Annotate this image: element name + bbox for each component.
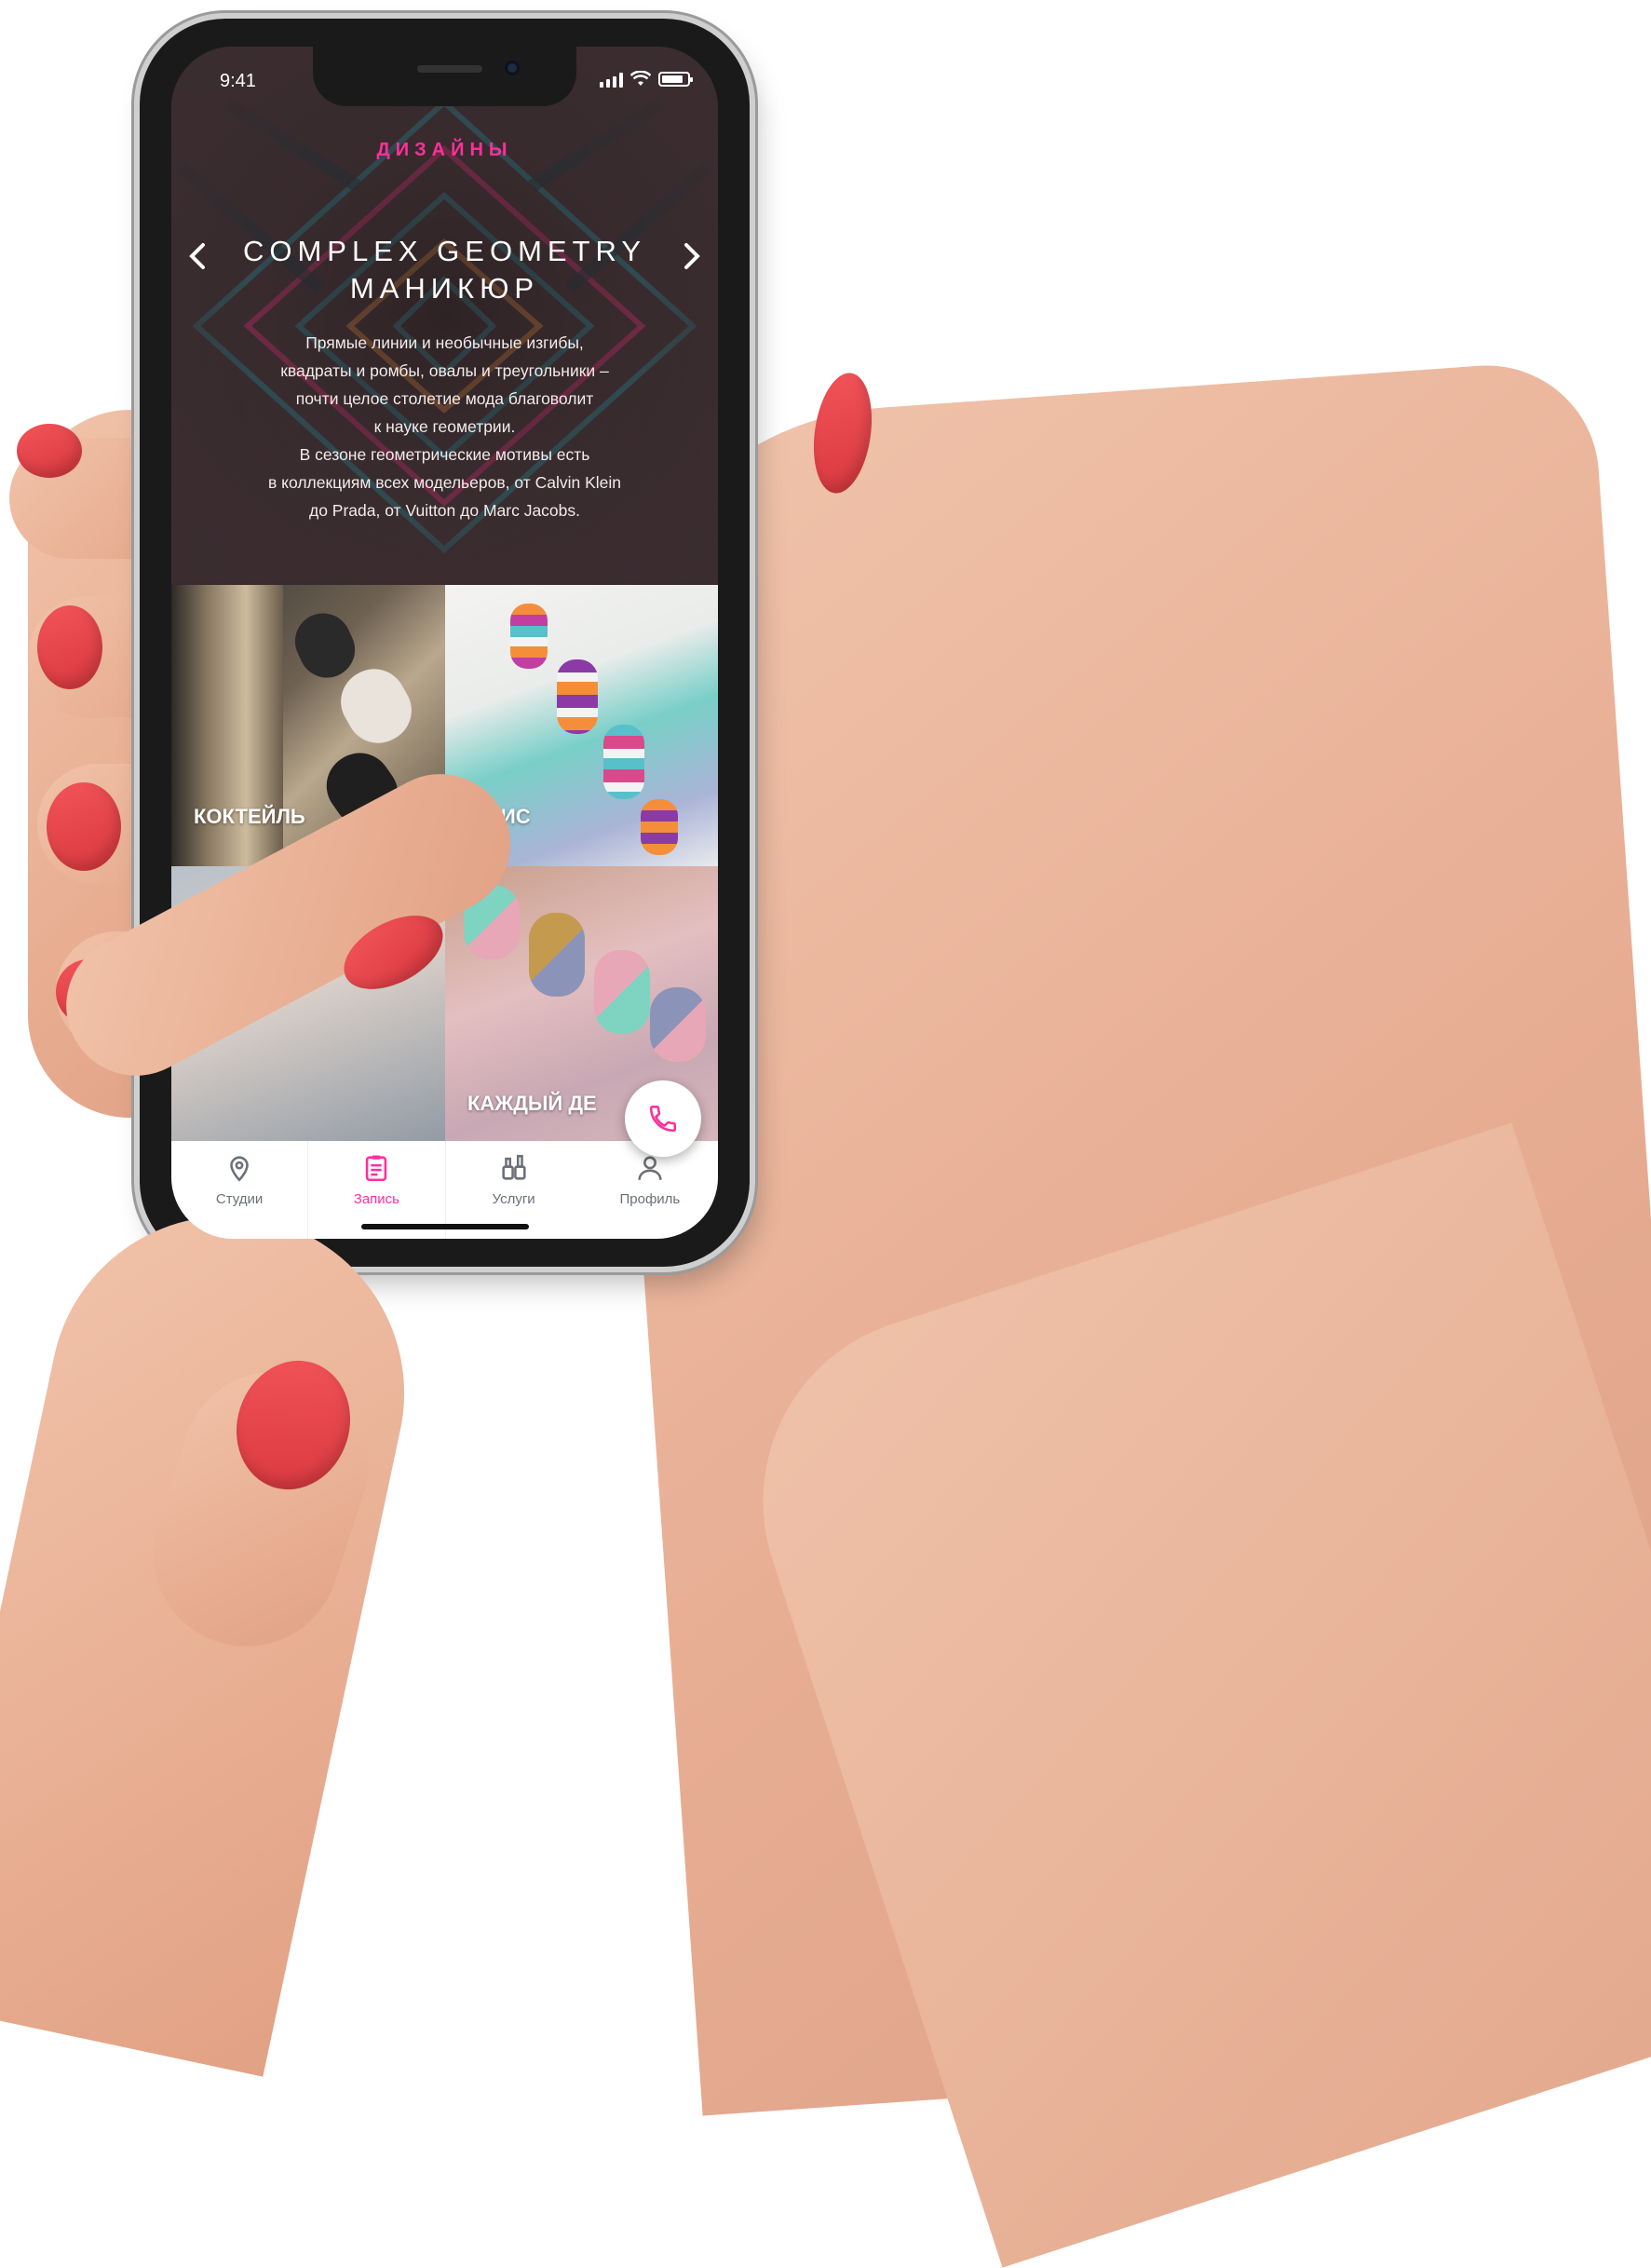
phone-icon [649,1105,677,1133]
app-screen: 9:41 ДИЗАЙНЫ COMPLEX GEOMETRY МАНИКЮР Пр… [171,47,718,1239]
battery-icon [658,72,693,87]
home-indicator [360,1224,529,1229]
tile-label: КАЖДЫЙ ДЕ [467,1092,597,1115]
nail-art-image [286,604,364,687]
nail-art-image [510,604,548,669]
nail [37,605,102,689]
tab-label: Профиль [619,1191,681,1207]
tile-label: КОКТЕЙЛЬ [194,805,305,828]
section-label: ДИЗАЙНЫ [376,140,513,160]
description-line: Прямые линии и необычные изгибы, [305,333,584,352]
nail-art-image [650,987,706,1062]
description-line: В сезоне геометрические мотивы есть [299,445,590,464]
chevron-right-icon [684,243,700,269]
nail-art-image [594,950,650,1034]
phone-device: 9:41 ДИЗАЙНЫ COMPLEX GEOMETRY МАНИКЮР Пр… [140,19,750,1267]
clipboard-icon [366,1155,387,1182]
nail [47,782,121,871]
call-button[interactable] [625,1080,701,1157]
status-time: 9:41 [220,71,256,91]
nail [17,424,82,478]
tab-studios[interactable]: Студии [171,1141,307,1239]
nail-art-image [529,913,585,997]
design-title-line2: МАНИКЮР [349,272,540,305]
status-icons [600,71,693,88]
description-line: к науке геометрии. [373,417,516,436]
description-line: в коллекциям всех модельеров, от Calvin … [267,473,622,492]
design-title-line1: COMPLEX GEOMETRY [242,235,647,267]
prev-design-button[interactable] [181,238,218,275]
wifi-icon [630,71,651,88]
description-line: почти целое столетие мода благоволит [295,389,594,408]
battery-level [662,75,683,83]
design-title: COMPLEX GEOMETRY МАНИКЮР [227,233,662,307]
nail-art-image [557,659,598,734]
user-icon [638,1156,662,1180]
tab-label: Студии [215,1191,264,1207]
signal-icon [600,71,623,88]
tab-label: Запись [353,1191,399,1207]
status-bar: 9:41 [171,47,718,112]
tab-profile[interactable]: Профиль [582,1141,718,1239]
nail-art-image [603,725,644,799]
hero-banner: ДИЗАЙНЫ COMPLEX GEOMETRY МАНИКЮР Прямые … [171,47,718,582]
nail-polish-icon [502,1154,526,1180]
tab-label: Услуги [492,1191,535,1207]
design-description: Прямые линии и необычные изгибы, квадрат… [205,329,684,524]
map-pin-icon [230,1156,249,1182]
chevron-left-icon [189,243,205,269]
next-design-button[interactable] [671,238,709,275]
description-line: до Prada, от Vuitton до Marc Jacobs. [308,501,580,520]
description-line: квадраты и ромбы, овалы и треугольники – [280,361,609,380]
nail-art-image [641,799,678,855]
